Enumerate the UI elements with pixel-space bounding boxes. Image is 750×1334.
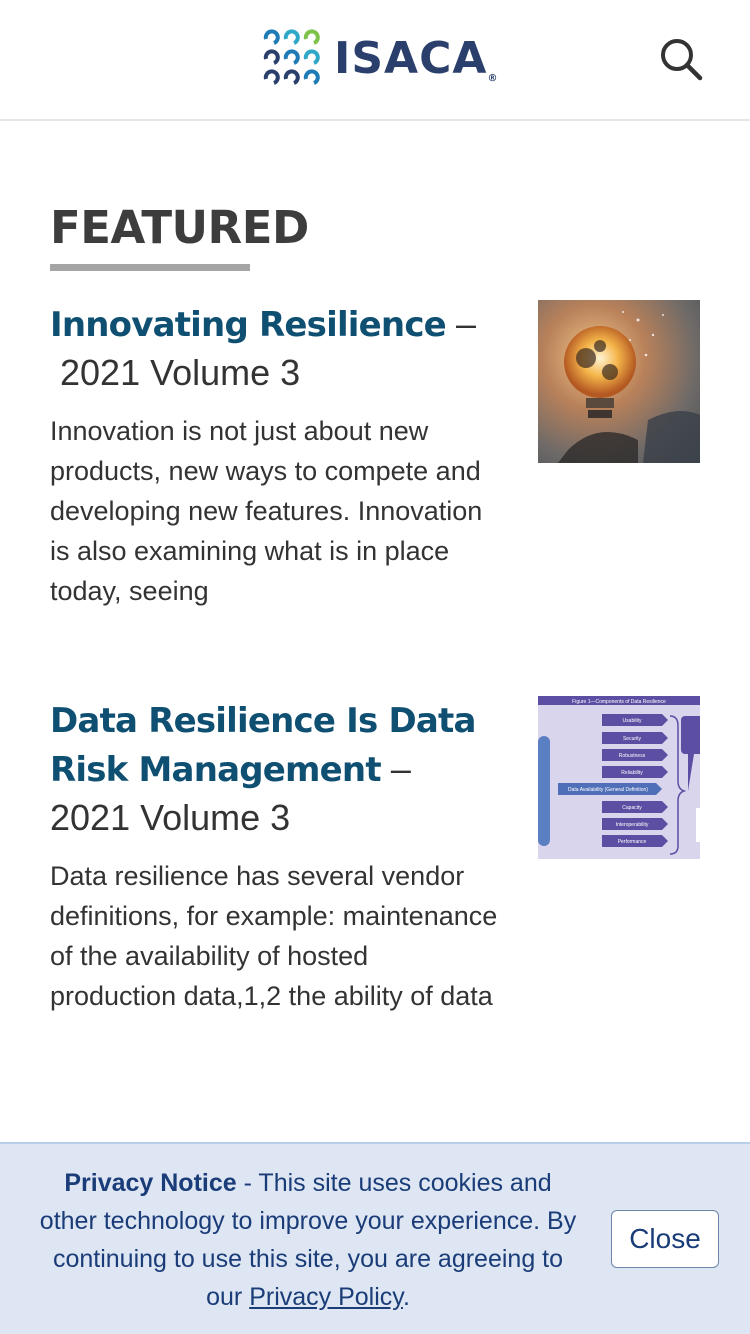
article-text: Innovating Resilience – 2021 Volume 3 In… bbox=[50, 300, 500, 611]
lightbulb-gears-image bbox=[538, 300, 700, 463]
diagram-component: Reliability bbox=[621, 770, 643, 776]
title-separator: – bbox=[390, 748, 411, 789]
article-heading: Data Resilience Is Data Risk Management … bbox=[50, 696, 500, 842]
article-summary: Data resilience has several vendor defin… bbox=[50, 861, 498, 1011]
article-heading: Innovating Resilience – 2021 Volume 3 bbox=[50, 300, 500, 397]
article-card: Innovating Resilience – 2021 Volume 3 In… bbox=[50, 300, 700, 611]
privacy-notice-banner: Privacy Notice - This site uses cookies … bbox=[0, 1142, 750, 1334]
article-issue: 2021 Volume 3 bbox=[50, 797, 291, 838]
diagram-component: Performance bbox=[618, 839, 647, 845]
close-button[interactable]: Close bbox=[611, 1210, 719, 1268]
isaca-logo-mark-icon bbox=[263, 29, 320, 85]
section-title: FEATURED bbox=[50, 201, 309, 254]
article-thumbnail[interactable] bbox=[538, 300, 700, 463]
article-summary: Innovation is not just about new product… bbox=[50, 416, 483, 606]
section-title-underline bbox=[50, 264, 250, 271]
article-title-link[interactable]: Data Resilience Is Data Risk Management bbox=[50, 701, 476, 790]
article-title-link[interactable]: Innovating Resilience bbox=[50, 305, 447, 345]
privacy-notice-text: Privacy Notice - This site uses cookies … bbox=[36, 1164, 580, 1316]
diagram-component: Robustness bbox=[619, 753, 646, 759]
logo-wordmark: ISACA® bbox=[334, 32, 499, 84]
isaca-logo[interactable]: ISACA® bbox=[262, 28, 498, 88]
diagram-component: Usability bbox=[623, 718, 642, 724]
privacy-notice-heading: Privacy Notice bbox=[64, 1169, 237, 1197]
site-header: ISACA® bbox=[0, 0, 750, 121]
data-resilience-diagram-image: Figure 1—Components of Data Resilience U… bbox=[538, 696, 700, 859]
article-text: Data Resilience Is Data Risk Management … bbox=[50, 696, 500, 1016]
search-icon bbox=[661, 39, 703, 81]
privacy-notice-end: . bbox=[402, 1283, 410, 1311]
article-issue: 2021 Volume 3 bbox=[50, 352, 301, 393]
article-thumbnail[interactable]: Figure 1—Components of Data Resilience U… bbox=[538, 696, 700, 859]
privacy-policy-link[interactable]: Privacy Policy bbox=[249, 1283, 403, 1311]
article-card: Data Resilience Is Data Risk Management … bbox=[50, 696, 700, 1016]
diagram-component: Interoperability bbox=[616, 822, 649, 828]
diagram-component: Security bbox=[623, 736, 642, 742]
diagram-caption: Figure 1—Components of Data Resilience bbox=[572, 699, 666, 705]
diagram-center-label: Data Availability (General Definition) bbox=[568, 787, 648, 793]
diagram-component: Capacity bbox=[622, 805, 642, 811]
title-separator: – bbox=[455, 303, 476, 344]
search-button[interactable] bbox=[658, 36, 704, 82]
